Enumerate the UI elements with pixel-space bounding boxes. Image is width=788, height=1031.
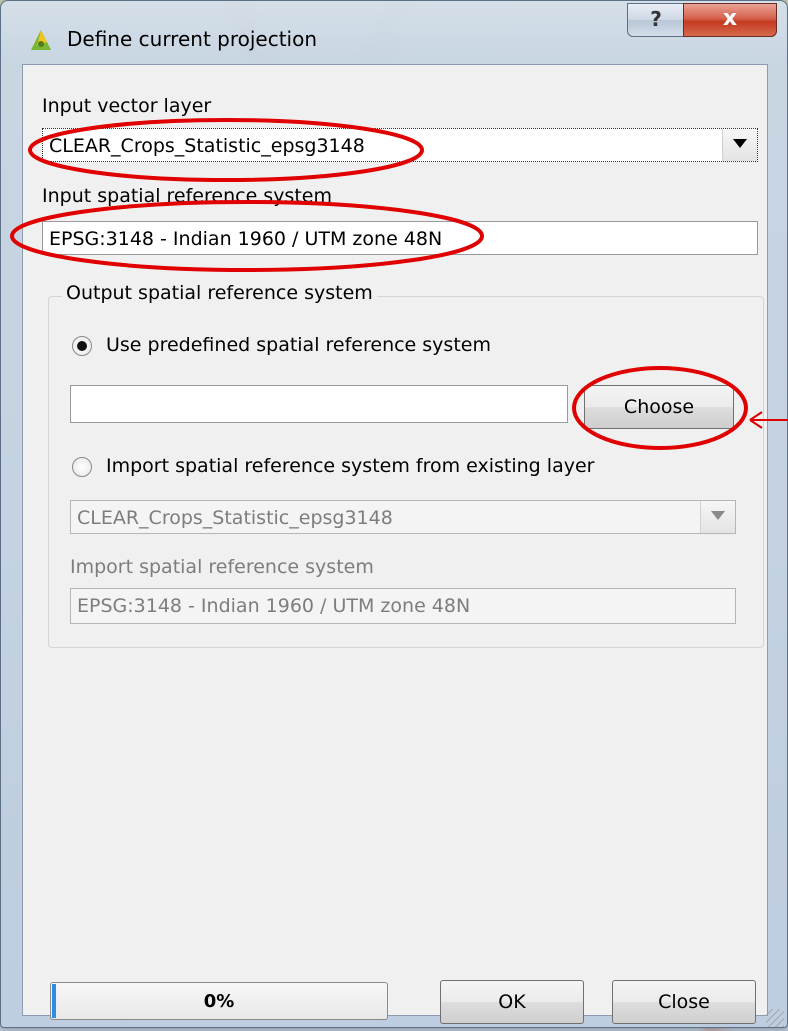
import-srs-field[interactable]: EPSG:3148 - Indian 1960 / UTM zone 48N: [70, 588, 736, 624]
use-predefined-radio[interactable]: [72, 336, 92, 356]
import-layer-value: CLEAR_Crops_Statistic_epsg3148: [77, 507, 393, 529]
import-srs-radio-label[interactable]: Import spatial reference system from exi…: [106, 455, 594, 477]
use-predefined-label[interactable]: Use predefined spatial reference system: [106, 334, 491, 356]
import-srs-value: EPSG:3148 - Indian 1960 / UTM zone 48N: [77, 595, 471, 617]
output-srs-group-title: Output spatial reference system: [62, 282, 377, 304]
combo-dropdown-arrow[interactable]: [722, 129, 757, 161]
import-srs-radio[interactable]: [72, 457, 92, 477]
import-layer-combo[interactable]: CLEAR_Crops_Statistic_epsg3148: [70, 500, 736, 534]
help-button[interactable]: ?: [627, 3, 685, 37]
input-srs-label: Input spatial reference system: [42, 185, 332, 207]
predefined-srs-field[interactable]: [70, 385, 568, 423]
ok-button[interactable]: OK: [440, 980, 584, 1024]
chevron-down-icon: [711, 511, 725, 520]
input-srs-value: EPSG:3148 - Indian 1960 / UTM zone 48N: [49, 228, 443, 250]
close-button[interactable]: Close: [612, 980, 756, 1024]
window-close-button[interactable]: x: [683, 3, 777, 37]
resize-grip[interactable]: [766, 1009, 784, 1027]
combo-dropdown-arrow[interactable]: [700, 501, 735, 533]
progress-bar: 0%: [50, 982, 388, 1020]
input-srs-field[interactable]: EPSG:3148 - Indian 1960 / UTM zone 48N: [42, 221, 758, 255]
qgis-app-icon: [31, 30, 51, 50]
input-vector-layer-combo[interactable]: CLEAR_Crops_Statistic_epsg3148: [42, 128, 758, 162]
input-vector-layer-label: Input vector layer: [42, 95, 212, 117]
input-vector-layer-value: CLEAR_Crops_Statistic_epsg3148: [49, 135, 365, 157]
choose-button[interactable]: Choose: [584, 385, 734, 429]
progress-text: 0%: [203, 991, 235, 1012]
chevron-down-icon: [733, 139, 747, 148]
import-srs-label: Import spatial reference system: [70, 556, 374, 578]
window-title: Define current projection: [67, 27, 318, 51]
